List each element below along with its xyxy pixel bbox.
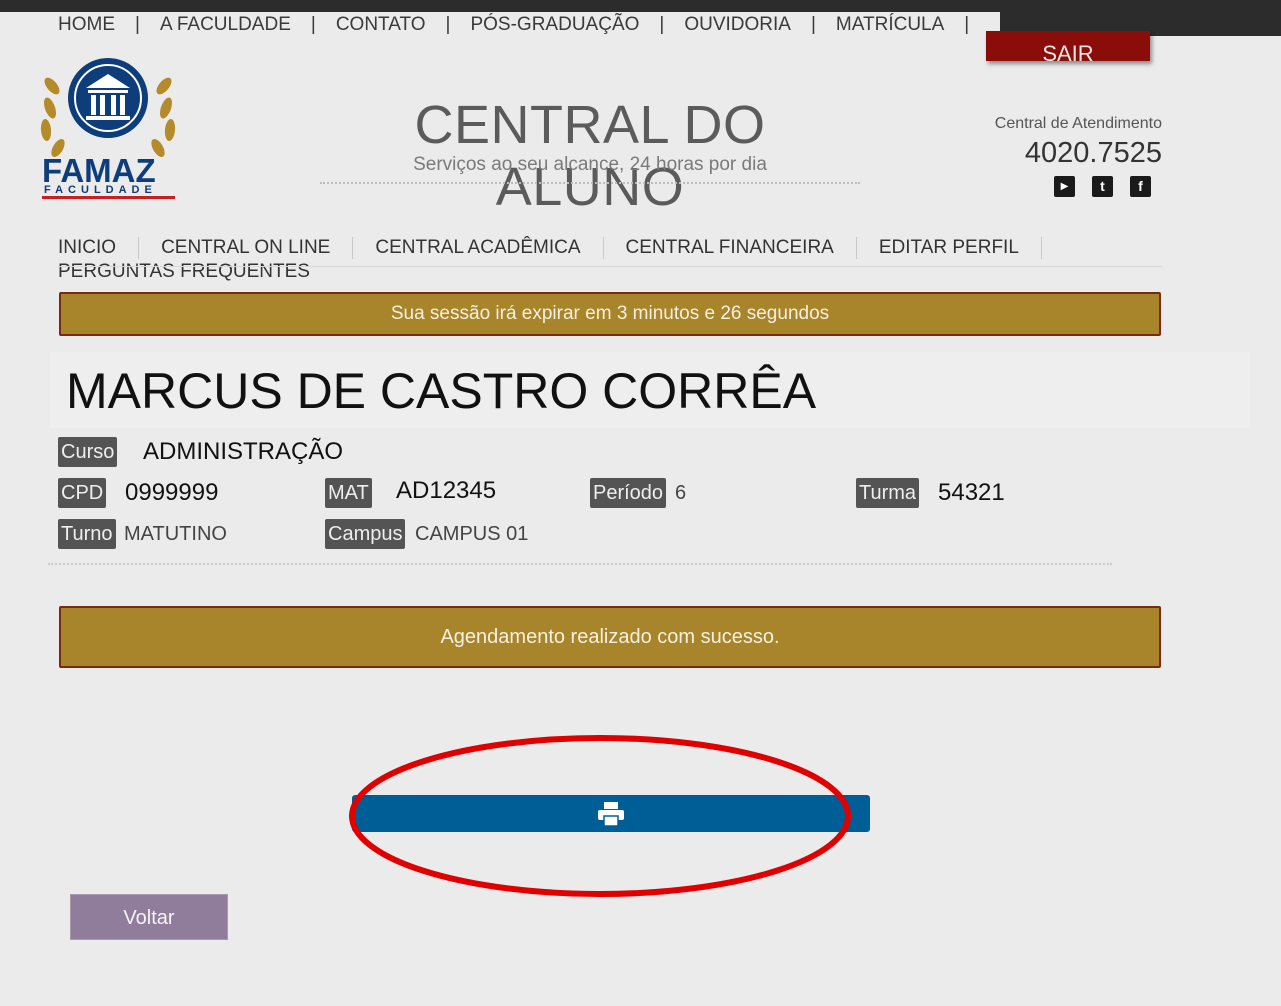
facebook-icon[interactable]: f: [1130, 176, 1151, 197]
topnav-home[interactable]: HOME: [58, 14, 115, 36]
atendimento-phone: 4020.7525: [1024, 137, 1162, 169]
campus-label: Campus: [325, 519, 406, 549]
periodo-value: 6: [675, 482, 687, 504]
menu-editar-perfil[interactable]: EDITAR PERFIL: [879, 237, 1019, 259]
top-nav: HOME | A FACULDADE | CONTATO | PÓS-GRADU…: [0, 12, 1000, 38]
turno-label: Turno: [58, 519, 116, 549]
print-button[interactable]: [352, 795, 870, 832]
printer-icon: [598, 802, 624, 827]
turma-value: 54321: [938, 479, 1005, 506]
atendimento-label: Central de Atendimento: [994, 115, 1162, 132]
menu-central-on-line[interactable]: CENTRAL ON LINE: [161, 237, 330, 259]
turno-value: MATUTINO: [124, 523, 227, 545]
menu-inicio[interactable]: INICIO: [58, 237, 116, 259]
topnav-pos-graduacao[interactable]: PÓS-GRADUAÇÃO: [470, 14, 639, 36]
logo-sub: FACULDADE: [44, 184, 157, 196]
info-divider: [48, 563, 1112, 565]
curso-value: ADMINISTRAÇÃO: [143, 438, 344, 465]
campus-value: CAMPUS 01: [415, 523, 529, 545]
student-name: MARCUS DE CASTRO CORRÊA: [66, 363, 817, 419]
page-subtitle: Serviços ao seu alcance, 24 horas por di…: [320, 154, 860, 184]
youtube-icon[interactable]: ▶: [1054, 176, 1075, 197]
menu-central-academica[interactable]: CENTRAL ACADÊMICA: [375, 237, 580, 259]
cpd-value: 0999999: [125, 479, 219, 506]
curso-label: Curso: [58, 437, 118, 467]
voltar-button[interactable]: Voltar: [70, 894, 228, 940]
mat-label: MAT: [325, 478, 372, 508]
twitter-icon[interactable]: t: [1092, 176, 1113, 197]
mat-value: AD12345: [396, 477, 497, 504]
menu-central-financeira[interactable]: CENTRAL FINANCEIRA: [626, 237, 834, 259]
main-menu: INICIO CENTRAL ON LINE CENTRAL ACADÊMICA…: [58, 236, 1162, 284]
social-links: ▶ t f: [1054, 176, 1151, 197]
success-message-bar: Agendamento realizado com sucesso.: [59, 606, 1161, 668]
sair-button[interactable]: SAIR: [986, 31, 1150, 61]
menu-divider: [58, 266, 1162, 267]
topnav-contato[interactable]: CONTATO: [336, 14, 426, 36]
topnav-ouvidoria[interactable]: OUVIDORIA: [684, 14, 791, 36]
cpd-label: CPD: [58, 478, 107, 508]
topnav-matricula[interactable]: MATRÍCULA: [836, 14, 944, 36]
topnav-a-faculdade[interactable]: A FACULDADE: [160, 14, 291, 36]
menu-perguntas-frequentes[interactable]: PERGUNTAS FREQUENTES: [58, 261, 310, 283]
session-timer-bar: Sua sessão irá expirar em 3 minutos e 26…: [59, 292, 1161, 336]
periodo-label: Período: [590, 478, 667, 508]
logo-underline: [42, 196, 175, 199]
turma-label: Turma: [856, 478, 920, 508]
